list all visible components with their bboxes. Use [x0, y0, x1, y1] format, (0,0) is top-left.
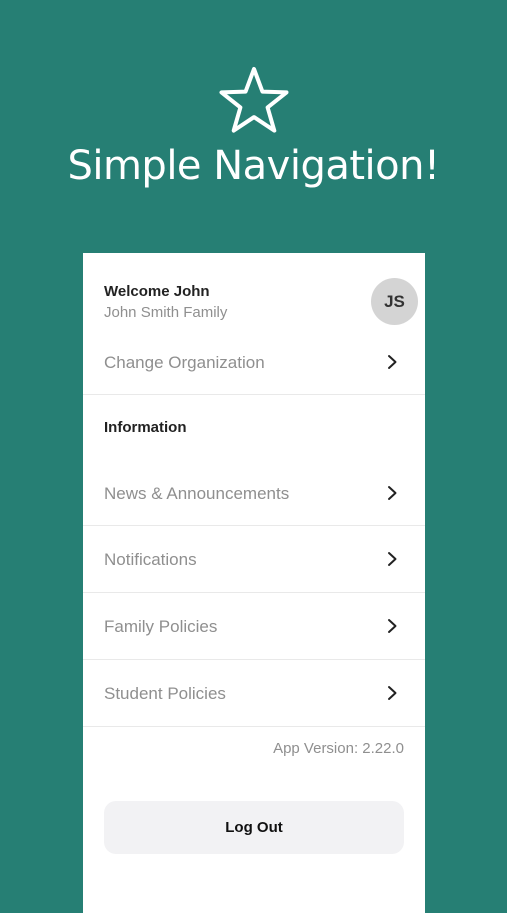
- menu-item-label: Student Policies: [104, 684, 226, 703]
- change-organization-item[interactable]: Change Organization: [83, 343, 425, 393]
- chevron-right-icon: [388, 355, 397, 369]
- section-title-information: Information: [104, 419, 187, 436]
- menu-item-news[interactable]: News & Announcements: [83, 471, 425, 525]
- avatar[interactable]: JS: [371, 278, 418, 325]
- star-icon: [219, 67, 289, 133]
- log-out-button[interactable]: Log Out: [104, 801, 404, 854]
- menu-item-label: Family Policies: [104, 617, 218, 636]
- welcome-text: Welcome John: [104, 283, 210, 300]
- chevron-right-icon: [388, 619, 397, 633]
- menu-item-notifications[interactable]: Notifications: [83, 526, 425, 592]
- menu-item-label: News & Announcements: [104, 484, 290, 503]
- divider: [83, 394, 425, 395]
- divider: [83, 726, 425, 727]
- menu-item-family-policies[interactable]: Family Policies: [83, 593, 425, 659]
- menu-item-student-policies[interactable]: Student Policies: [83, 660, 425, 726]
- chevron-right-icon: [388, 686, 397, 700]
- menu-item-label: Notifications: [104, 550, 197, 569]
- hero-title: Simple Navigation!: [67, 143, 440, 189]
- chevron-right-icon: [388, 486, 397, 500]
- navigation-panel: Welcome John John Smith Family JS Change…: [83, 253, 425, 913]
- family-name: John Smith Family: [104, 304, 228, 321]
- change-organization-label: Change Organization: [104, 353, 265, 372]
- chevron-right-icon: [388, 552, 397, 566]
- app-version: App Version: 2.22.0: [273, 740, 404, 757]
